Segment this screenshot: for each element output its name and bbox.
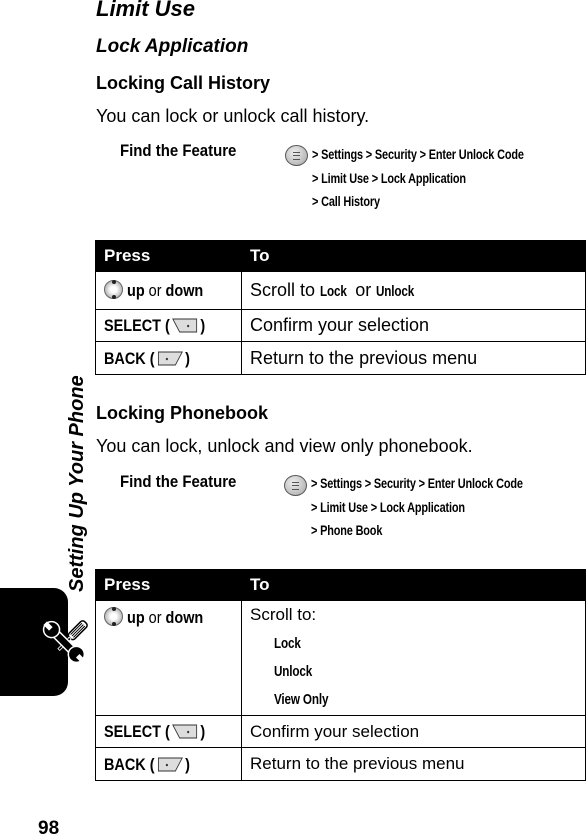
press-select: SELECT (: [104, 316, 170, 335]
path-line: > Limit Use > Lock Application: [312, 169, 466, 186]
path-line: > Phone Book: [311, 522, 383, 538]
to-text: or: [350, 280, 377, 300]
subsection-heading: Lock Application: [96, 36, 249, 57]
press-cell: BACK (): [95, 341, 242, 375]
press-select: SELECT (: [104, 722, 170, 741]
find-feature-label: Find the Feature: [120, 472, 237, 491]
to-cell: Confirm your selection: [241, 715, 586, 748]
ui-term-lock: Lock: [320, 283, 347, 300]
table-header-row: Press To: [95, 569, 586, 601]
press-cell: BACK (): [95, 747, 242, 781]
phonebook-description: You can lock, unlock and view only phone…: [96, 436, 473, 456]
press-paren: ): [200, 722, 206, 741]
to-cell: Scroll to Lock or Unlock: [241, 271, 586, 310]
to-header: To: [241, 569, 586, 601]
chapter-side-title: Setting Up Your Phone: [0, 352, 88, 592]
to-header: To: [241, 240, 586, 272]
table-row: BACK () Return to the previous menu: [95, 341, 586, 375]
table-row: up or down Scroll to Lock or Unlock: [95, 271, 586, 310]
press-paren: ): [200, 316, 206, 335]
ui-term-lock: Lock: [274, 635, 301, 652]
press-cell: up or down: [95, 271, 242, 310]
path-line: > Settings > Security > Enter Unlock Cod…: [312, 146, 524, 162]
press-cell: SELECT (): [95, 715, 242, 748]
call-history-description: You can lock or unlock call history.: [96, 106, 370, 126]
table-header-row: Press To: [95, 240, 586, 272]
table-row: BACK () Return to the previous menu: [95, 747, 586, 781]
menu-key-icon: [285, 145, 308, 166]
press-header: Press: [95, 569, 242, 601]
ui-term-unlock: Unlock: [274, 663, 313, 680]
to-cell: Confirm your selection: [241, 309, 586, 342]
phonebook-heading: Locking Phonebook: [96, 403, 269, 423]
path-line: > Call History: [312, 193, 380, 209]
to-text: Scroll to:: [250, 605, 317, 624]
find-feature-path: > Settings > Security > Enter Unlock Cod…: [312, 143, 524, 214]
press-cell: up or down: [95, 600, 242, 716]
press-or: or: [144, 281, 166, 300]
nav-key-icon: [104, 280, 123, 299]
press-or: or: [144, 608, 166, 627]
press-paren: ): [185, 348, 190, 368]
table-row: up or down Scroll to: Lock Unlock View O…: [95, 600, 586, 716]
press-header: Press: [95, 240, 242, 272]
table-row: SELECT () Confirm your selection: [95, 715, 586, 748]
option-list: Lock Unlock View Only: [250, 629, 585, 713]
left-soft-key-icon: [157, 351, 183, 365]
find-feature-label: Find the Feature: [120, 141, 237, 160]
press-down: down: [165, 281, 204, 300]
phonebook-press-table: Press To up or down Scroll to: Lock Unlo…: [95, 569, 586, 781]
path-line: > Settings > Security > Enter Unlock Cod…: [311, 475, 523, 491]
press-back: BACK (: [104, 754, 155, 774]
ui-term-unlock: Unlock: [376, 283, 415, 300]
press-back: BACK (: [104, 348, 155, 368]
press-paren: ): [185, 754, 190, 774]
table-row: SELECT () Confirm your selection: [95, 309, 586, 342]
call-history-press-table: Press To up or down Scroll to Lock or Un…: [95, 240, 586, 375]
press-up: up: [127, 608, 145, 627]
to-cell: Return to the previous menu: [241, 747, 586, 781]
press-cell: SELECT (): [95, 309, 242, 342]
find-feature-path: > Settings > Security > Enter Unlock Cod…: [311, 472, 523, 543]
to-text: Scroll to: [250, 280, 321, 300]
to-cell: Return to the previous menu: [241, 341, 586, 375]
right-soft-key-icon: [172, 724, 198, 739]
press-down: down: [165, 608, 204, 627]
nav-key-icon: [104, 607, 123, 626]
page-number: 98: [38, 818, 60, 839]
path-line: > Limit Use > Lock Application: [311, 498, 465, 515]
right-soft-key-icon: [172, 318, 198, 333]
call-history-heading: Locking Call History: [96, 73, 271, 93]
tools-icon: [42, 620, 88, 664]
left-soft-key-icon: [157, 757, 183, 771]
menu-key-icon: [284, 475, 307, 496]
section-heading: Limit Use: [96, 0, 196, 21]
chapter-title-text: Setting Up Your Phone: [66, 375, 88, 592]
press-up: up: [127, 281, 145, 300]
ui-term-view-only: View Only: [274, 691, 329, 708]
to-cell: Scroll to: Lock Unlock View Only: [241, 600, 586, 716]
